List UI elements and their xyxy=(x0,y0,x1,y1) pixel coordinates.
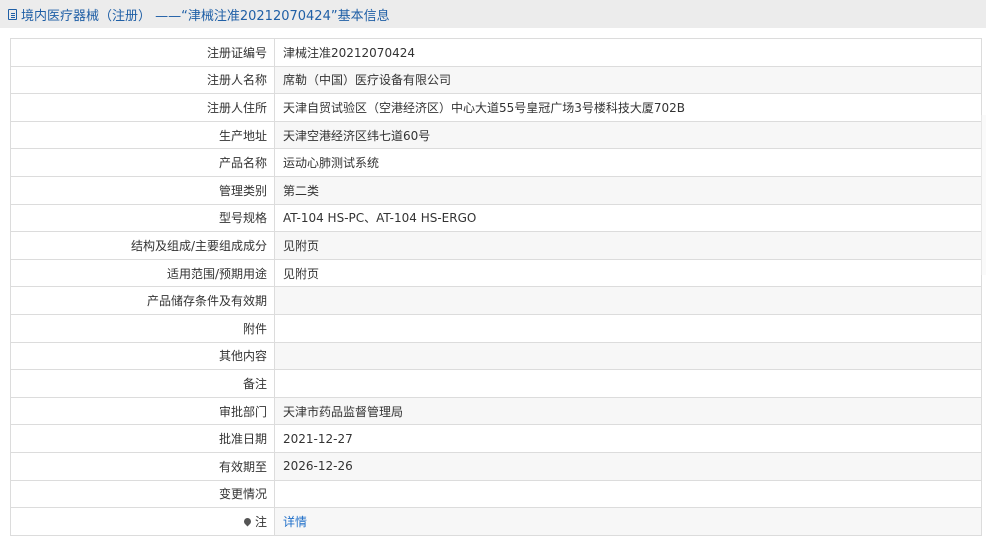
row-value xyxy=(274,286,982,315)
side-panel-tab[interactable] xyxy=(981,115,986,275)
table-row: 注册人名称 席勒（中国）医疗设备有限公司 xyxy=(10,65,982,95)
row-label: 管理类别 xyxy=(10,175,275,205)
table-row: 产品名称 运动心肺测试系统 xyxy=(10,148,982,177)
table-row: 适用范围/预期用途 见附页 xyxy=(10,258,982,288)
row-value: 运动心肺测试系统 xyxy=(274,148,982,177)
table-row: 注册人住所 天津自贸试验区（空港经济区）中心大道55号皇冠广场3号楼科技大厦70… xyxy=(10,93,982,122)
document-icon xyxy=(8,8,17,20)
row-value: 天津空港经济区纬七道60号 xyxy=(274,120,982,150)
row-label: 审批部门 xyxy=(10,396,275,426)
row-label: 变更情况 xyxy=(10,479,275,509)
table-row: 批准日期 2021-12-27 xyxy=(10,424,982,453)
row-label: 注册证编号 xyxy=(10,38,275,67)
row-value: AT-104 HS-PC、AT-104 HS-ERGO xyxy=(274,203,982,233)
row-value xyxy=(274,369,982,398)
row-value: 2021-12-27 xyxy=(274,424,982,453)
row-label: 有效期至 xyxy=(10,451,275,481)
row-label: 备注 xyxy=(10,369,275,398)
row-value: 席勒（中国）医疗设备有限公司 xyxy=(274,65,982,95)
table-row: 其他内容 xyxy=(10,341,982,371)
table-row: 管理类别 第二类 xyxy=(10,175,982,205)
row-label: 注册人名称 xyxy=(10,65,275,95)
pin-icon xyxy=(242,516,253,527)
row-label: 适用范围/预期用途 xyxy=(10,258,275,288)
row-label: 生产地址 xyxy=(10,120,275,150)
row-value: 津械注准20212070424 xyxy=(274,38,982,67)
row-label: 产品储存条件及有效期 xyxy=(10,286,275,315)
row-label: 注册人住所 xyxy=(10,93,275,122)
row-label: 结构及组成/主要组成成分 xyxy=(10,231,275,260)
row-label: 产品名称 xyxy=(10,148,275,177)
row-value: 2026-12-26 xyxy=(274,451,982,481)
table-row: 注册证编号 津械注准20212070424 xyxy=(10,38,982,67)
table-row: 生产地址 天津空港经济区纬七道60号 xyxy=(10,120,982,150)
table-row: 有效期至 2026-12-26 xyxy=(10,451,982,481)
table-row: 附件 xyxy=(10,313,982,343)
note-row-label: 注 xyxy=(10,507,275,536)
table-row: 结构及组成/主要组成成分 见附页 xyxy=(10,231,982,260)
row-value: 详情 xyxy=(274,507,982,536)
page-header: 境内医疗器械（注册） ——“津械注准20212070424”基本信息 xyxy=(0,0,986,28)
row-value: 天津市药品监督管理局 xyxy=(274,396,982,426)
table-row: 审批部门 天津市药品监督管理局 xyxy=(10,396,982,426)
row-label: 注 xyxy=(254,514,267,529)
row-label: 批准日期 xyxy=(10,424,275,453)
row-label: 附件 xyxy=(10,313,275,343)
row-value: 第二类 xyxy=(274,175,982,205)
detail-link[interactable]: 详情 xyxy=(283,515,307,529)
row-label: 其他内容 xyxy=(10,341,275,371)
table-row: 备注 xyxy=(10,369,982,398)
row-value: 见附页 xyxy=(274,231,982,260)
row-value: 见附页 xyxy=(274,258,982,288)
row-value xyxy=(274,313,982,343)
table-row: 注 详情 xyxy=(10,507,982,536)
page-title: 境内医疗器械（注册） ——“津械注准20212070424”基本信息 xyxy=(21,8,390,24)
row-value xyxy=(274,479,982,509)
row-value: 天津自贸试验区（空港经济区）中心大道55号皇冠广场3号楼科技大厦702B xyxy=(274,93,982,122)
row-value xyxy=(274,341,982,371)
table-row: 变更情况 xyxy=(10,479,982,509)
table-row: 产品储存条件及有效期 xyxy=(10,286,982,315)
row-label: 型号规格 xyxy=(10,203,275,233)
table-row: 型号规格 AT-104 HS-PC、AT-104 HS-ERGO xyxy=(10,203,982,233)
info-table: 注册证编号 津械注准20212070424 注册人名称 席勒（中国）医疗设备有限… xyxy=(10,38,982,536)
